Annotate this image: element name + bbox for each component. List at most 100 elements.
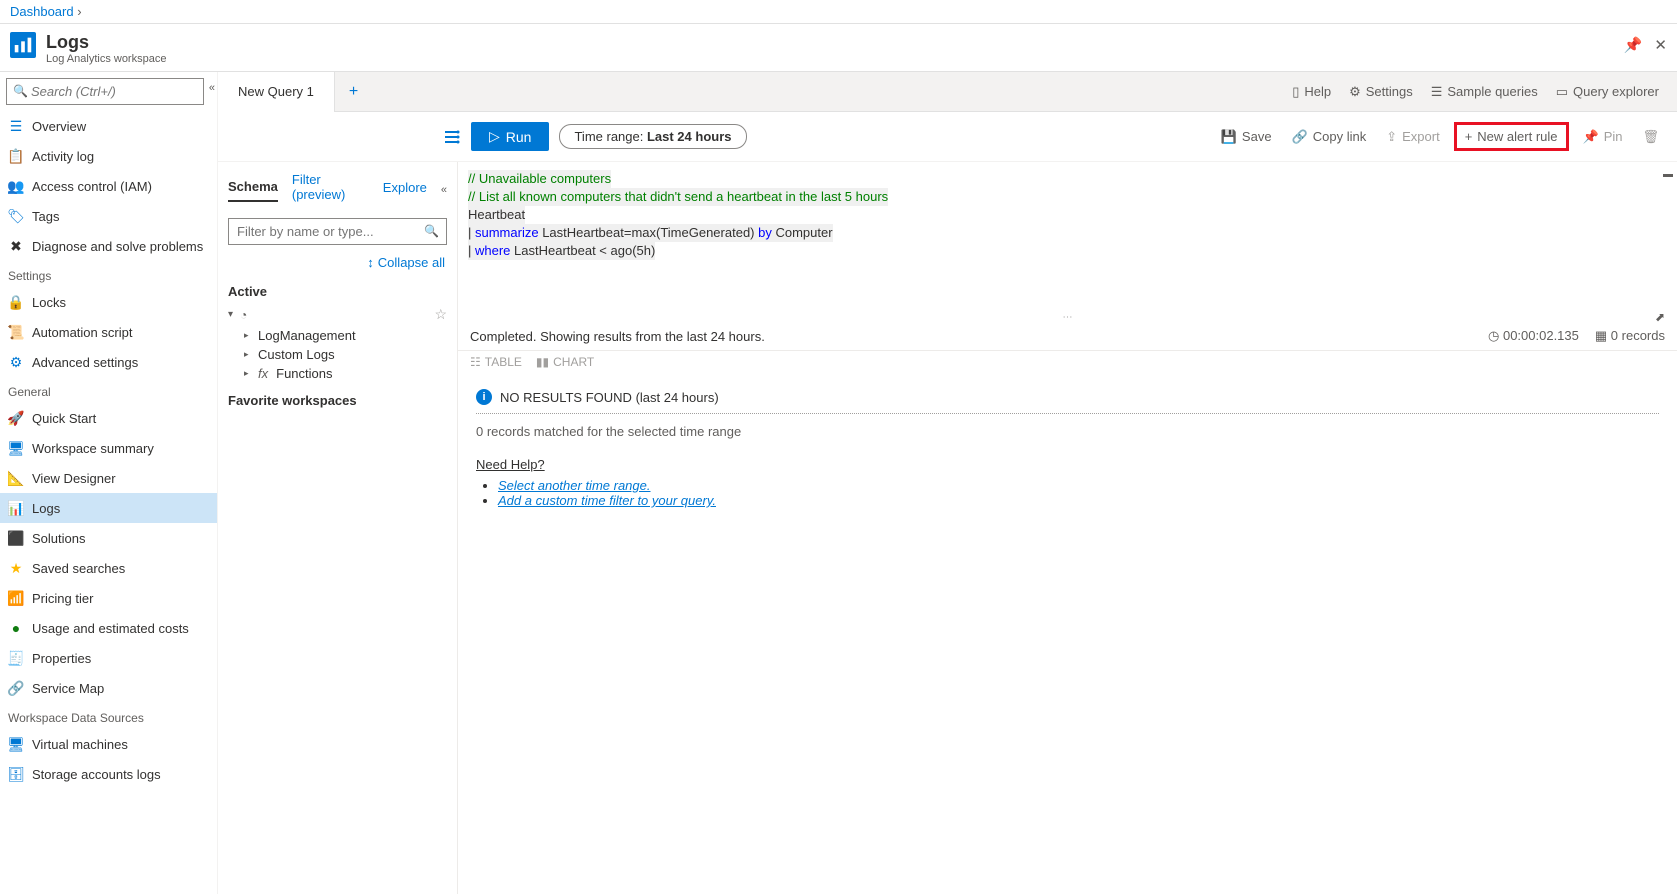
chevron-right-icon: ▸ [244,368,254,379]
nav-quickstart[interactable]: 🚀Quick Start [0,403,217,433]
link-icon: 🔗 [1292,129,1308,145]
tree-customlogs[interactable]: ▸Custom Logs [218,345,457,364]
nav-tags[interactable]: 🏷Tags [0,201,217,231]
chart-icon: ▮▮ [536,355,549,369]
section-wds: Workspace Data Sources [0,703,217,729]
nav-overview[interactable]: ☰Overview [0,111,217,141]
nav-view-designer[interactable]: 📐View Designer [0,463,217,493]
designer-icon: 📐 [8,470,24,486]
gear-icon: ⚙ [1349,84,1361,100]
delete-button[interactable]: 🗑 [1636,127,1665,147]
nav-pricing[interactable]: 📶Pricing tier [0,583,217,613]
storage-icon: 🗄 [8,766,24,782]
chevron-down-icon: ▾ [228,309,240,320]
nav-workspace-summary[interactable]: 🖥Workspace summary [0,433,217,463]
sample-queries-button[interactable]: ☰Sample queries [1425,80,1544,104]
run-button[interactable]: ▷Run [471,122,549,151]
nav-saved-searches[interactable]: ★Saved searches [0,553,217,583]
chevron-right-icon: ▸ [244,330,254,341]
export-button[interactable]: ⇪Export [1380,127,1445,147]
nav-service-map[interactable]: 🔗Service Map [0,673,217,703]
nav-properties[interactable]: 🧾Properties [0,643,217,673]
nav-logs[interactable]: 📊Logs [0,493,217,523]
pin-button[interactable]: 📌Pin [1577,127,1629,147]
pin-icon[interactable]: 📌 [1624,36,1643,54]
results-status: Completed. Showing results from the last… [470,329,765,344]
leftnav-collapse-icon[interactable]: « [209,82,215,94]
breadcrumb-root[interactable]: Dashboard [10,4,74,19]
tags-icon: 🏷 [8,208,24,224]
settings-button[interactable]: ⚙Settings [1343,80,1419,104]
page-title: Logs [46,32,166,53]
schema-filter-input[interactable] [228,218,447,245]
schema-active-label: Active [218,276,457,303]
results-header: Completed. Showing results from the last… [458,322,1677,351]
need-help-label: Need Help? [476,457,1659,472]
close-icon[interactable]: ✕ [1654,36,1667,54]
servicemap-icon: 🔗 [8,680,24,696]
summary-icon: 🖥 [8,440,24,456]
leftnav-search-input[interactable] [6,78,204,105]
info-icon: i [476,389,492,405]
tree-functions[interactable]: ▸fxFunctions [218,364,457,383]
filter-tab[interactable]: Filter (preview) [292,172,369,208]
filter-icon[interactable] [445,130,461,144]
query-tab-1[interactable]: New Query 1 [218,72,335,112]
workspace-icon: ◔ [240,308,256,322]
breadcrumb[interactable]: Dashboard › [0,0,1677,24]
expand-up-icon[interactable]: ⬈ [1655,310,1665,324]
diagnose-icon: ✖ [8,238,24,254]
locks-icon: 🔒 [8,294,24,310]
explorer-icon: ▭ [1556,84,1568,100]
query-explorer-button[interactable]: ▭Query explorer [1550,80,1665,104]
toolbar: ▷Run Time range: Last 24 hours 💾Save 🔗Co… [218,112,1677,162]
explore-tab[interactable]: Explore [383,180,427,201]
sort-icon: ↕ [367,255,374,270]
iam-icon: 👥 [8,178,24,194]
chart-view-tab[interactable]: ▮▮CHART [536,355,594,369]
table-view-tab[interactable]: ☷TABLE [470,355,522,369]
collapse-all-button[interactable]: ↕Collapse all [218,255,457,276]
nav-vm[interactable]: 🖥Virtual machines [0,729,217,759]
save-button[interactable]: 💾Save [1215,127,1278,147]
table-icon: ☷ [470,355,481,369]
nav-advanced[interactable]: ⚙Advanced settings [0,347,217,377]
help-custom-filter-link[interactable]: Add a custom time filter to your query. [498,493,716,508]
search-icon: 🔍 [13,84,28,98]
star-icon[interactable]: ☆ [434,306,447,323]
leftnav-search: 🔍 « [0,72,217,111]
timerange-picker[interactable]: Time range: Last 24 hours [559,124,746,149]
nav-storage-logs[interactable]: 🗄Storage accounts logs [0,759,217,789]
nav-usage[interactable]: ●Usage and estimated costs [0,613,217,643]
page-header: Logs Log Analytics workspace 📌 ✕ [0,24,1677,72]
nav-automation[interactable]: 📜Automation script [0,317,217,347]
section-settings: Settings [0,261,217,287]
export-icon: ⇪ [1386,129,1397,145]
tree-logmanagement[interactable]: ▸LogManagement [218,326,457,345]
schema-tab[interactable]: Schema [228,179,278,202]
automation-icon: 📜 [8,324,24,340]
copy-link-button[interactable]: 🔗Copy link [1286,127,1373,147]
nav-activity[interactable]: 📋Activity log [0,141,217,171]
usage-icon: ● [8,620,24,636]
zero-records-text: 0 records matched for the selected time … [476,414,1659,457]
nav-solutions[interactable]: ⬛Solutions [0,523,217,553]
query-editor[interactable]: // Unavailable computers // List all kno… [458,162,1677,312]
splitter[interactable]: ⋯⬈ [458,312,1677,322]
nav-diagnose[interactable]: ✖Diagnose and solve problems [0,231,217,261]
help-select-time-link[interactable]: Select another time range. [498,478,650,493]
logs-logo-icon [10,32,36,58]
new-alert-rule-button[interactable]: +New alert rule [1454,122,1569,151]
view-tabs: ☷TABLE ▮▮CHART [458,351,1677,373]
schema-workspace-node[interactable]: ▾ ◔ ☆ [218,303,457,326]
nav-iam[interactable]: 👥Access control (IAM) [0,171,217,201]
quickstart-icon: 🚀 [8,410,24,426]
save-icon: 💾 [1221,129,1237,145]
new-tab-button[interactable]: + [335,83,372,101]
book-icon: ▯ [1292,84,1299,100]
nav-locks[interactable]: 🔒Locks [0,287,217,317]
records-icon: ▦ [1595,328,1607,343]
schema-collapse-icon[interactable]: « [441,184,447,196]
no-results-label: NO RESULTS FOUND (last 24 hours) [500,390,719,405]
help-button[interactable]: ▯Help [1286,80,1337,104]
